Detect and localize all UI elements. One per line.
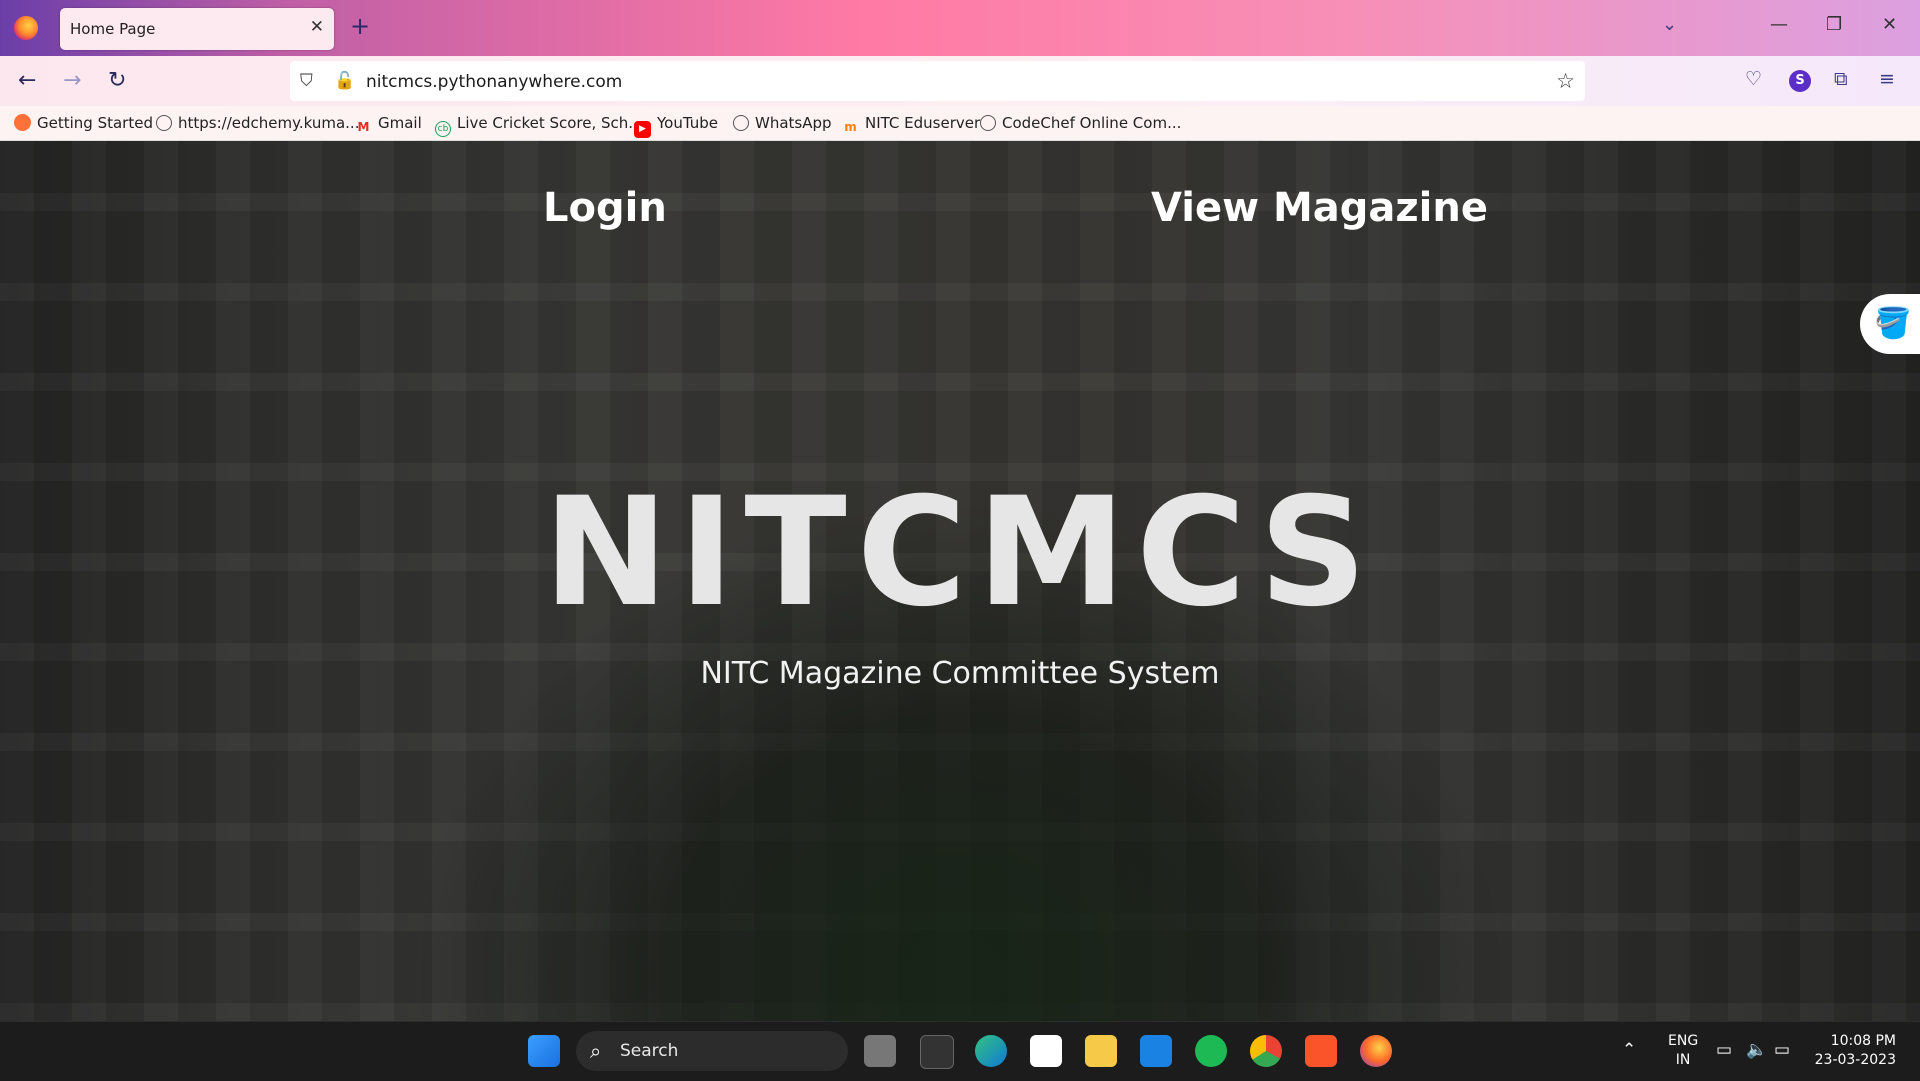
volume-icon[interactable]: 🔈	[1746, 1040, 1767, 1060]
globe-icon	[733, 115, 749, 131]
extensions-icon[interactable]: ⧉	[1834, 68, 1848, 90]
bookmark-getting-started[interactable]: Getting Started	[14, 114, 153, 132]
theme-paint-button[interactable]: 🪣	[1860, 294, 1920, 354]
bookmark-nitc-eduserver[interactable]: m NITC Eduserver	[842, 114, 980, 136]
forward-arrow-icon[interactable]: →	[63, 68, 81, 93]
back-arrow-icon[interactable]: ←	[18, 68, 36, 93]
windows-start-icon[interactable]	[528, 1035, 560, 1067]
firefox-icon	[14, 114, 31, 131]
task-view-icon[interactable]	[864, 1035, 896, 1067]
url-text[interactable]: nitcmcs.pythonanywhere.com	[366, 72, 622, 92]
reload-icon[interactable]: ↻	[108, 68, 126, 93]
language-indicator[interactable]: ENG IN	[1668, 1032, 1698, 1070]
clock[interactable]: 10:08 PM 23-03-2023	[1806, 1032, 1896, 1070]
menu-icon[interactable]: ≡	[1879, 68, 1895, 90]
bookmark-whatsapp[interactable]: WhatsApp	[733, 114, 832, 132]
bookmark-edchemy[interactable]: https://edchemy.kuma...	[156, 114, 359, 132]
account-avatar[interactable]: S	[1789, 70, 1811, 92]
restore-button[interactable]: ❐	[1826, 14, 1842, 35]
lock-warning-icon[interactable]: 🔓	[334, 71, 355, 91]
chrome-icon[interactable]	[1250, 1035, 1282, 1067]
login-link[interactable]: Login	[543, 185, 667, 231]
view-magazine-link[interactable]: View Magazine	[1151, 185, 1488, 231]
tab-bar: Home Page ✕ + ⌄ — ❐ ✕	[0, 0, 1920, 56]
bookmark-youtube[interactable]: ▶ YouTube	[634, 114, 718, 138]
chevron-down-icon[interactable]: ⌄	[1662, 14, 1677, 35]
hero-title: NITCMCS	[543, 466, 1377, 640]
bookmark-gmail[interactable]: M Gmail	[355, 114, 422, 136]
close-window-button[interactable]: ✕	[1882, 14, 1897, 35]
globe-icon	[980, 115, 996, 131]
moodle-icon: m	[844, 120, 857, 134]
firefox-icon[interactable]	[14, 16, 38, 40]
navigation-toolbar: ← → ↻ ⛉ 🔓 nitcmcs.pythonanywhere.com ☆ ♡…	[0, 56, 1920, 106]
youtube-icon: ▶	[634, 121, 651, 138]
bookmark-cricbuzz[interactable]: cb Live Cricket Score, Sch...	[435, 114, 643, 137]
close-tab-icon[interactable]: ✕	[310, 17, 324, 37]
bookmark-star-icon[interactable]: ☆	[1556, 69, 1575, 93]
file-explorer-icon[interactable]	[1085, 1035, 1117, 1067]
chevron-up-icon[interactable]: ⌃	[1622, 1040, 1636, 1060]
hero-background: Login View Magazine NITCMCS NITC Magazin…	[0, 141, 1920, 1021]
minimize-button[interactable]: —	[1770, 14, 1788, 35]
mail-icon[interactable]	[1140, 1035, 1172, 1067]
bookmarks-bar: Getting Started https://edchemy.kuma... …	[0, 106, 1920, 141]
taskbar-search[interactable]: ⌕ Search	[576, 1031, 848, 1071]
network-icon[interactable]: ▭	[1716, 1040, 1732, 1060]
gmail-icon: M	[357, 120, 370, 134]
paint-bucket-icon: 🪣	[1874, 306, 1912, 341]
search-label: Search	[620, 1041, 679, 1061]
bookmark-codechef[interactable]: CodeChef Online Com...	[980, 114, 1181, 132]
url-bar[interactable]: ⛉ 🔓 nitcmcs.pythonanywhere.com ☆	[290, 61, 1585, 101]
firefox-taskbar-icon[interactable]	[1360, 1035, 1392, 1067]
tab-title: Home Page	[70, 20, 156, 38]
new-tab-button[interactable]: +	[350, 12, 370, 40]
brave-icon[interactable]	[1305, 1035, 1337, 1067]
globe-icon	[156, 115, 172, 131]
pocket-icon[interactable]: ♡	[1745, 68, 1762, 90]
predator-icon[interactable]	[920, 1035, 954, 1069]
cricbuzz-icon: cb	[435, 121, 451, 137]
store-icon[interactable]	[1030, 1035, 1062, 1067]
spotify-icon[interactable]	[1195, 1035, 1227, 1067]
tab-home-page[interactable]: Home Page ✕	[60, 8, 334, 50]
hero-subtitle: NITC Magazine Committee System	[700, 656, 1220, 691]
edge-icon[interactable]	[975, 1035, 1007, 1067]
taskbar: ⌕ Search ⌃ ENG IN ▭ 🔈 ▭ 10:08 PM 23-03-202…	[0, 1021, 1920, 1081]
shield-icon[interactable]: ⛉	[300, 71, 313, 91]
battery-icon[interactable]: ▭	[1774, 1040, 1790, 1060]
search-icon: ⌕	[590, 1039, 602, 1063]
